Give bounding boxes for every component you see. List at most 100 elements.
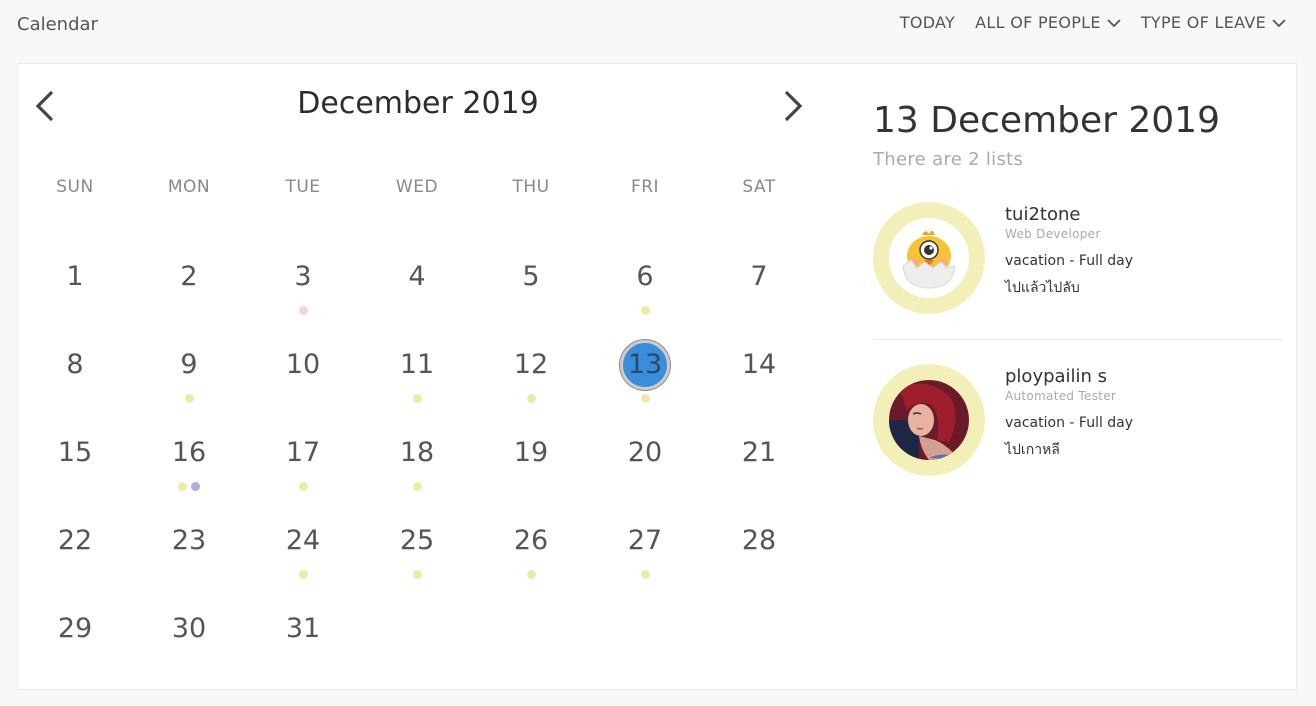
day-cell[interactable]: 3 xyxy=(246,234,360,322)
week-row: 15 16 17 18 19 20 21 xyxy=(18,410,818,498)
day-cell[interactable]: 11 xyxy=(360,322,474,410)
week-row: 29 30 31 xyxy=(18,586,818,674)
day-number: 7 xyxy=(750,261,768,292)
weekday-header: SUN MON TUE WED THU FRI SAT xyxy=(18,177,818,197)
day-cell[interactable]: 13 xyxy=(588,322,702,410)
event-dots xyxy=(588,570,702,579)
day-number: 5 xyxy=(522,261,540,292)
day-cell[interactable]: 18 xyxy=(360,410,474,498)
day-number: 18 xyxy=(399,437,435,468)
calendar-header: December 2019 xyxy=(18,84,818,126)
day-number: 26 xyxy=(513,525,549,556)
day-number: 3 xyxy=(294,261,312,292)
employee-name: tui2tone xyxy=(1005,204,1081,225)
leave-entry[interactable]: tui2tone Web Developer vacation - Full d… xyxy=(873,202,1283,339)
event-dots xyxy=(132,394,246,403)
employee-role: Automated Tester xyxy=(1005,389,1117,403)
chevron-right-icon[interactable] xyxy=(778,88,808,124)
day-number: 15 xyxy=(57,437,93,468)
event-dot xyxy=(640,394,650,403)
people-label: ALL OF PEOPLE xyxy=(975,13,1101,32)
entry-text: tui2tone Web Developer vacation - Full d… xyxy=(1005,204,1133,299)
chevron-down-icon xyxy=(1272,18,1286,27)
leave-entry[interactable]: ploypailin s Automated Tester vacation -… xyxy=(873,339,1283,485)
day-cell[interactable]: 10 xyxy=(246,322,360,410)
today-button[interactable]: TODAY xyxy=(900,13,955,32)
people-dropdown[interactable]: ALL OF PEOPLE xyxy=(975,13,1121,32)
day-number: 14 xyxy=(741,349,777,380)
day-cell[interactable]: 27 xyxy=(588,498,702,586)
event-dot xyxy=(298,482,308,491)
day-number: 8 xyxy=(66,349,84,380)
event-dots xyxy=(246,570,360,579)
portrait-avatar xyxy=(889,380,969,460)
weekday-label: WED xyxy=(395,177,439,197)
day-cell[interactable]: 28 xyxy=(702,498,816,586)
event-dot xyxy=(298,570,308,579)
day-cell[interactable]: 23 xyxy=(132,498,246,586)
leave-entries: tui2tone Web Developer vacation - Full d… xyxy=(873,202,1283,485)
day-number: 22 xyxy=(57,525,93,556)
day-cell[interactable]: 21 xyxy=(702,410,816,498)
day-number: 23 xyxy=(171,525,207,556)
day-number: 4 xyxy=(408,261,426,292)
week-row: 22 23 24 25 26 27 28 xyxy=(18,498,818,586)
day-cell[interactable]: 8 xyxy=(18,322,132,410)
day-cell[interactable]: 6 xyxy=(588,234,702,322)
event-dots xyxy=(360,482,474,491)
event-dot xyxy=(412,570,422,579)
avatar-ring xyxy=(873,364,985,476)
day-cell[interactable]: 20 xyxy=(588,410,702,498)
chick-icon xyxy=(889,218,969,298)
day-cell[interactable]: 2 xyxy=(132,234,246,322)
day-cell[interactable]: 22 xyxy=(18,498,132,586)
day-cell[interactable]: 4 xyxy=(360,234,474,322)
day-number: 30 xyxy=(171,613,207,644)
top-bar: Calendar TODAY ALL OF PEOPLE TYPE OF LEA… xyxy=(0,0,1316,50)
day-cell[interactable]: 9 xyxy=(132,322,246,410)
day-cell[interactable]: 25 xyxy=(360,498,474,586)
day-number: 20 xyxy=(627,437,663,468)
event-dots xyxy=(132,482,246,491)
event-dots xyxy=(246,482,360,491)
day-cell[interactable]: 24 xyxy=(246,498,360,586)
day-cell[interactable]: 12 xyxy=(474,322,588,410)
weekday-label: FRI xyxy=(630,177,660,197)
day-cell[interactable]: 29 xyxy=(18,586,132,674)
event-dot xyxy=(412,482,422,491)
event-dots xyxy=(474,394,588,403)
event-dot xyxy=(184,394,194,403)
day-cell[interactable]: 26 xyxy=(474,498,588,586)
day-cell[interactable]: 31 xyxy=(246,586,360,674)
event-dots xyxy=(246,306,360,315)
day-cell[interactable]: 16 xyxy=(132,410,246,498)
day-number: 2 xyxy=(180,261,198,292)
detail-subtitle: There are 2 lists xyxy=(873,149,1024,170)
portrait-icon xyxy=(889,380,969,460)
leave-type: vacation - Full day xyxy=(1005,415,1134,431)
event-dot xyxy=(526,394,536,403)
day-number: 11 xyxy=(399,349,435,380)
day-cell[interactable]: 30 xyxy=(132,586,246,674)
day-cell[interactable]: 19 xyxy=(474,410,588,498)
event-dot xyxy=(298,306,308,315)
day-cell[interactable]: 14 xyxy=(702,322,816,410)
day-number: 16 xyxy=(171,437,207,468)
day-cell[interactable]: 17 xyxy=(246,410,360,498)
day-number: 19 xyxy=(513,437,549,468)
leave-type-dropdown[interactable]: TYPE OF LEAVE xyxy=(1141,13,1286,32)
employee-role: Web Developer xyxy=(1005,227,1101,241)
day-number: 17 xyxy=(285,437,321,468)
day-number: 13 xyxy=(627,349,663,380)
event-dots xyxy=(360,394,474,403)
top-nav: TODAY ALL OF PEOPLE TYPE OF LEAVE xyxy=(900,13,1286,32)
day-cell[interactable]: 15 xyxy=(18,410,132,498)
day-cell[interactable]: 1 xyxy=(18,234,132,322)
day-cell[interactable]: 7 xyxy=(702,234,816,322)
day-cell[interactable]: 5 xyxy=(474,234,588,322)
day-number: 29 xyxy=(57,613,93,644)
today-label: TODAY xyxy=(899,13,956,32)
day-number: 27 xyxy=(627,525,663,556)
day-number: 31 xyxy=(285,613,321,644)
chevron-down-icon xyxy=(1107,18,1121,27)
